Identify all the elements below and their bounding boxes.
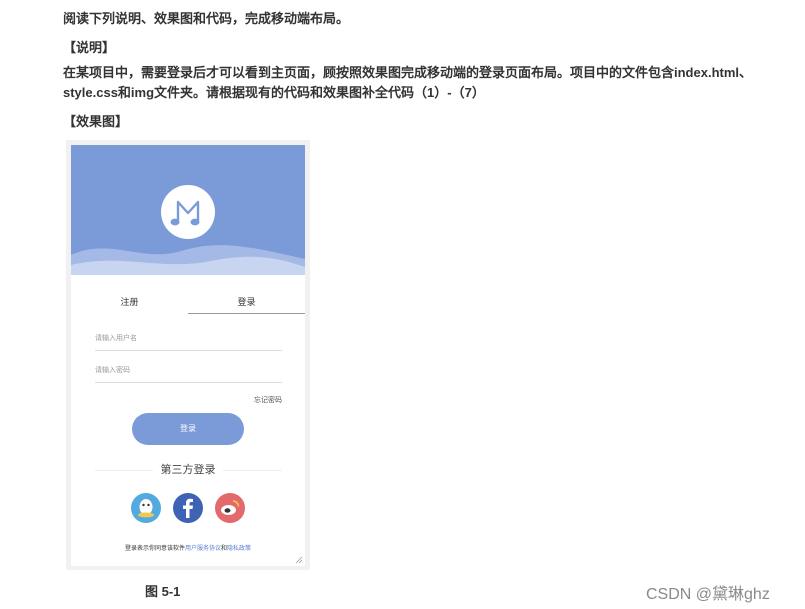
- tab-login[interactable]: 登录: [188, 291, 305, 314]
- password-field[interactable]: 请输入密码: [95, 360, 282, 383]
- facebook-icon[interactable]: [173, 493, 203, 523]
- figure-caption: 图 5-1: [145, 584, 181, 599]
- login-button[interactable]: 登录: [132, 413, 244, 445]
- privacy-policy-link[interactable]: 隐私政策: [227, 546, 251, 552]
- music-logo: [161, 185, 215, 239]
- intro-text: 阅读下列说明、效果图和代码，完成移动端布局。: [63, 11, 350, 26]
- heading-description: 【说明】: [63, 40, 116, 55]
- login-screen-mockup: 注册 登录 请输入用户名 请输入密码 忘记密码 登录 第三方登录 登录表示你同意…: [71, 145, 305, 566]
- username-field[interactable]: 请输入用户名: [95, 328, 282, 351]
- third-party-login-title: 第三方登录: [153, 461, 223, 477]
- music-note-icon: [170, 200, 200, 226]
- description-text: 在某项目中，需要登录后才可以看到主页面，顾按照效果图完成移动端的登录页面布局。项…: [63, 65, 753, 100]
- agreement-prefix: 登录表示你同意该软件: [124, 546, 185, 552]
- watermark: CSDN @黛琳ghz: [646, 586, 770, 603]
- heading-figure: 【效果图】: [63, 114, 129, 129]
- qq-icon[interactable]: [131, 493, 161, 523]
- resize-handle-icon: [295, 556, 303, 564]
- agreement-text: 登录表示你同意该软件用户服务协议和隐私政策: [71, 543, 305, 552]
- tab-register[interactable]: 注册: [71, 291, 188, 313]
- weibo-icon[interactable]: [215, 493, 245, 523]
- user-agreement-link[interactable]: 用户服务协议: [185, 546, 221, 552]
- banner: [71, 145, 305, 275]
- forgot-password-link[interactable]: 忘记密码: [254, 395, 282, 405]
- tab-bar: 注册 登录: [71, 291, 305, 315]
